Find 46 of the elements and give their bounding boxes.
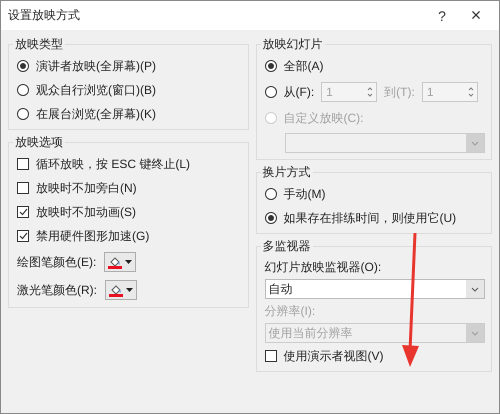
group-title: 多监视器	[262, 238, 312, 255]
group-title: 换片方式	[262, 164, 312, 181]
field-label: 到(T):	[384, 84, 415, 100]
group-title: 放映类型	[14, 36, 64, 53]
radio-label: 观众自行浏览(窗口)(B)	[36, 82, 156, 98]
radio-label: 从(F):	[284, 84, 314, 100]
checkbox-label: 使用演示者视图(V)	[284, 348, 384, 364]
checkbox-label: 放映时不加旁白(N)	[36, 180, 137, 196]
color-picker-button[interactable]	[104, 252, 136, 272]
radio-button[interactable]	[264, 60, 276, 72]
color-label: 绘图笔颜色(E):	[17, 254, 96, 270]
checkbox[interactable]	[17, 230, 29, 242]
radio-label: 在展台浏览(全屏幕)(K)	[36, 106, 156, 122]
radio-label: 全部(A)	[284, 58, 324, 74]
radio-label: 演讲者放映(全屏幕)(P)	[36, 58, 156, 74]
checkbox[interactable]	[264, 350, 276, 362]
checkbox[interactable]	[17, 182, 29, 194]
dropdown[interactable]: 自动	[264, 279, 485, 299]
group-title: 放映选项	[14, 134, 64, 151]
radio-button[interactable]	[17, 84, 29, 96]
radio-button[interactable]	[17, 60, 29, 72]
radio-label: 自定义放映(C):	[284, 110, 364, 126]
radio-button[interactable]	[264, 86, 276, 98]
checkbox-label: 循环放映，按 ESC 键终止(L)	[36, 156, 190, 172]
field-label: 分辨率(I):	[264, 303, 316, 319]
close-button[interactable]: ×	[459, 5, 493, 26]
chevron-icon	[471, 330, 479, 336]
dropdown-arrow-icon	[126, 288, 133, 292]
checkbox-label: 放映时不加动画(S)	[36, 204, 136, 220]
radio-label: 手动(M)	[284, 186, 326, 202]
radio-label: 如果存在排练时间，则使用它(U)	[284, 210, 456, 226]
checkbox[interactable]	[17, 158, 29, 170]
color-label: 激光笔颜色(R):	[17, 282, 97, 298]
color-picker-button[interactable]	[105, 280, 137, 300]
group-title: 放映幻灯片	[262, 36, 324, 53]
checkbox[interactable]	[17, 206, 29, 218]
chevron-icon	[471, 140, 479, 146]
window-title: 设置放映方式	[8, 7, 81, 24]
radio-button[interactable]	[17, 108, 29, 120]
checkbox-label: 禁用硬件图形加速(G)	[36, 228, 150, 244]
radio-button[interactable]	[264, 188, 276, 200]
radio-button[interactable]	[264, 212, 276, 224]
chevron-icon	[471, 286, 479, 292]
dropdown-arrow-icon	[125, 260, 132, 264]
field-label: 幻灯片放映监视器(O):	[264, 259, 382, 275]
help-button[interactable]: ?	[425, 8, 459, 24]
